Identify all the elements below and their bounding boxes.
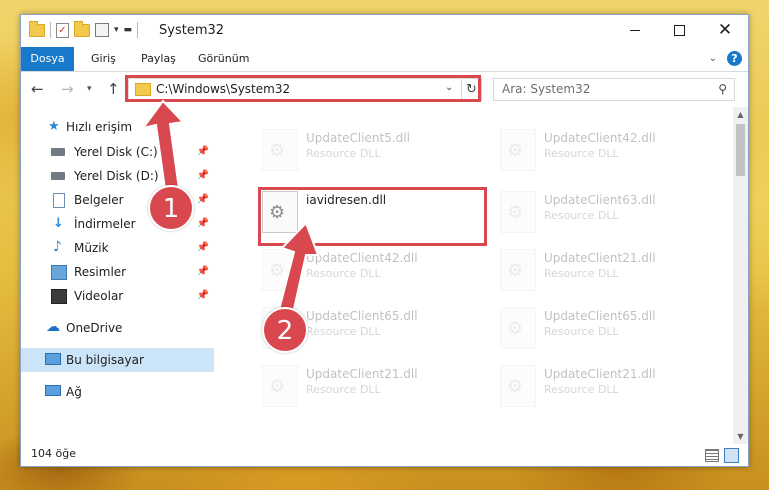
step1-badge: 1 — [148, 185, 194, 231]
step2-badge: 2 — [262, 307, 308, 353]
annotation-arrows — [140, 99, 320, 320]
step1-arrow — [140, 99, 186, 197]
step2-arrow — [276, 221, 320, 320]
